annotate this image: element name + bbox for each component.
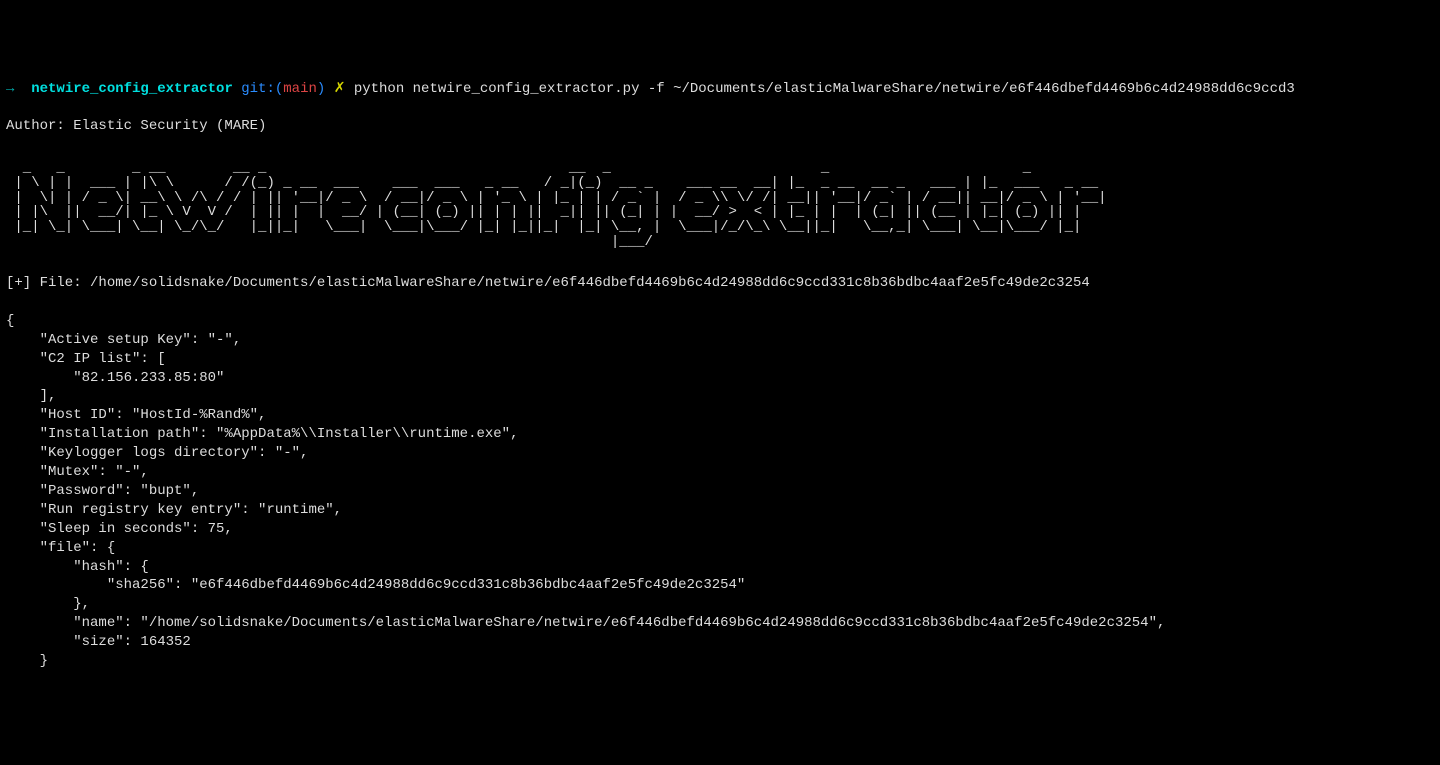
prompt-dir: netwire_config_extractor <box>23 80 241 99</box>
shell-prompt-line[interactable]: → netwire_config_extractor git:(main) ✗ … <box>6 80 1434 99</box>
ascii-banner: _ _ _ __ __ _ __ _ _ _ | \ | | ___ | |\ … <box>6 161 1434 249</box>
prompt-arrow: → <box>6 80 23 99</box>
prompt-x-icon: ✗ <box>334 80 354 99</box>
git-close: ) <box>317 80 334 99</box>
git-branch: main <box>283 80 317 99</box>
author-line: Author: Elastic Security (MARE) <box>6 117 1434 136</box>
command-text: python netwire_config_extractor.py -f ~/… <box>354 80 1295 99</box>
file-marker-line: [+] File: /home/solidsnake/Documents/ela… <box>6 274 1434 293</box>
json-output-block: { "Active setup Key": "-", "C2 IP list":… <box>6 312 1434 671</box>
git-label: git:( <box>241 80 283 99</box>
